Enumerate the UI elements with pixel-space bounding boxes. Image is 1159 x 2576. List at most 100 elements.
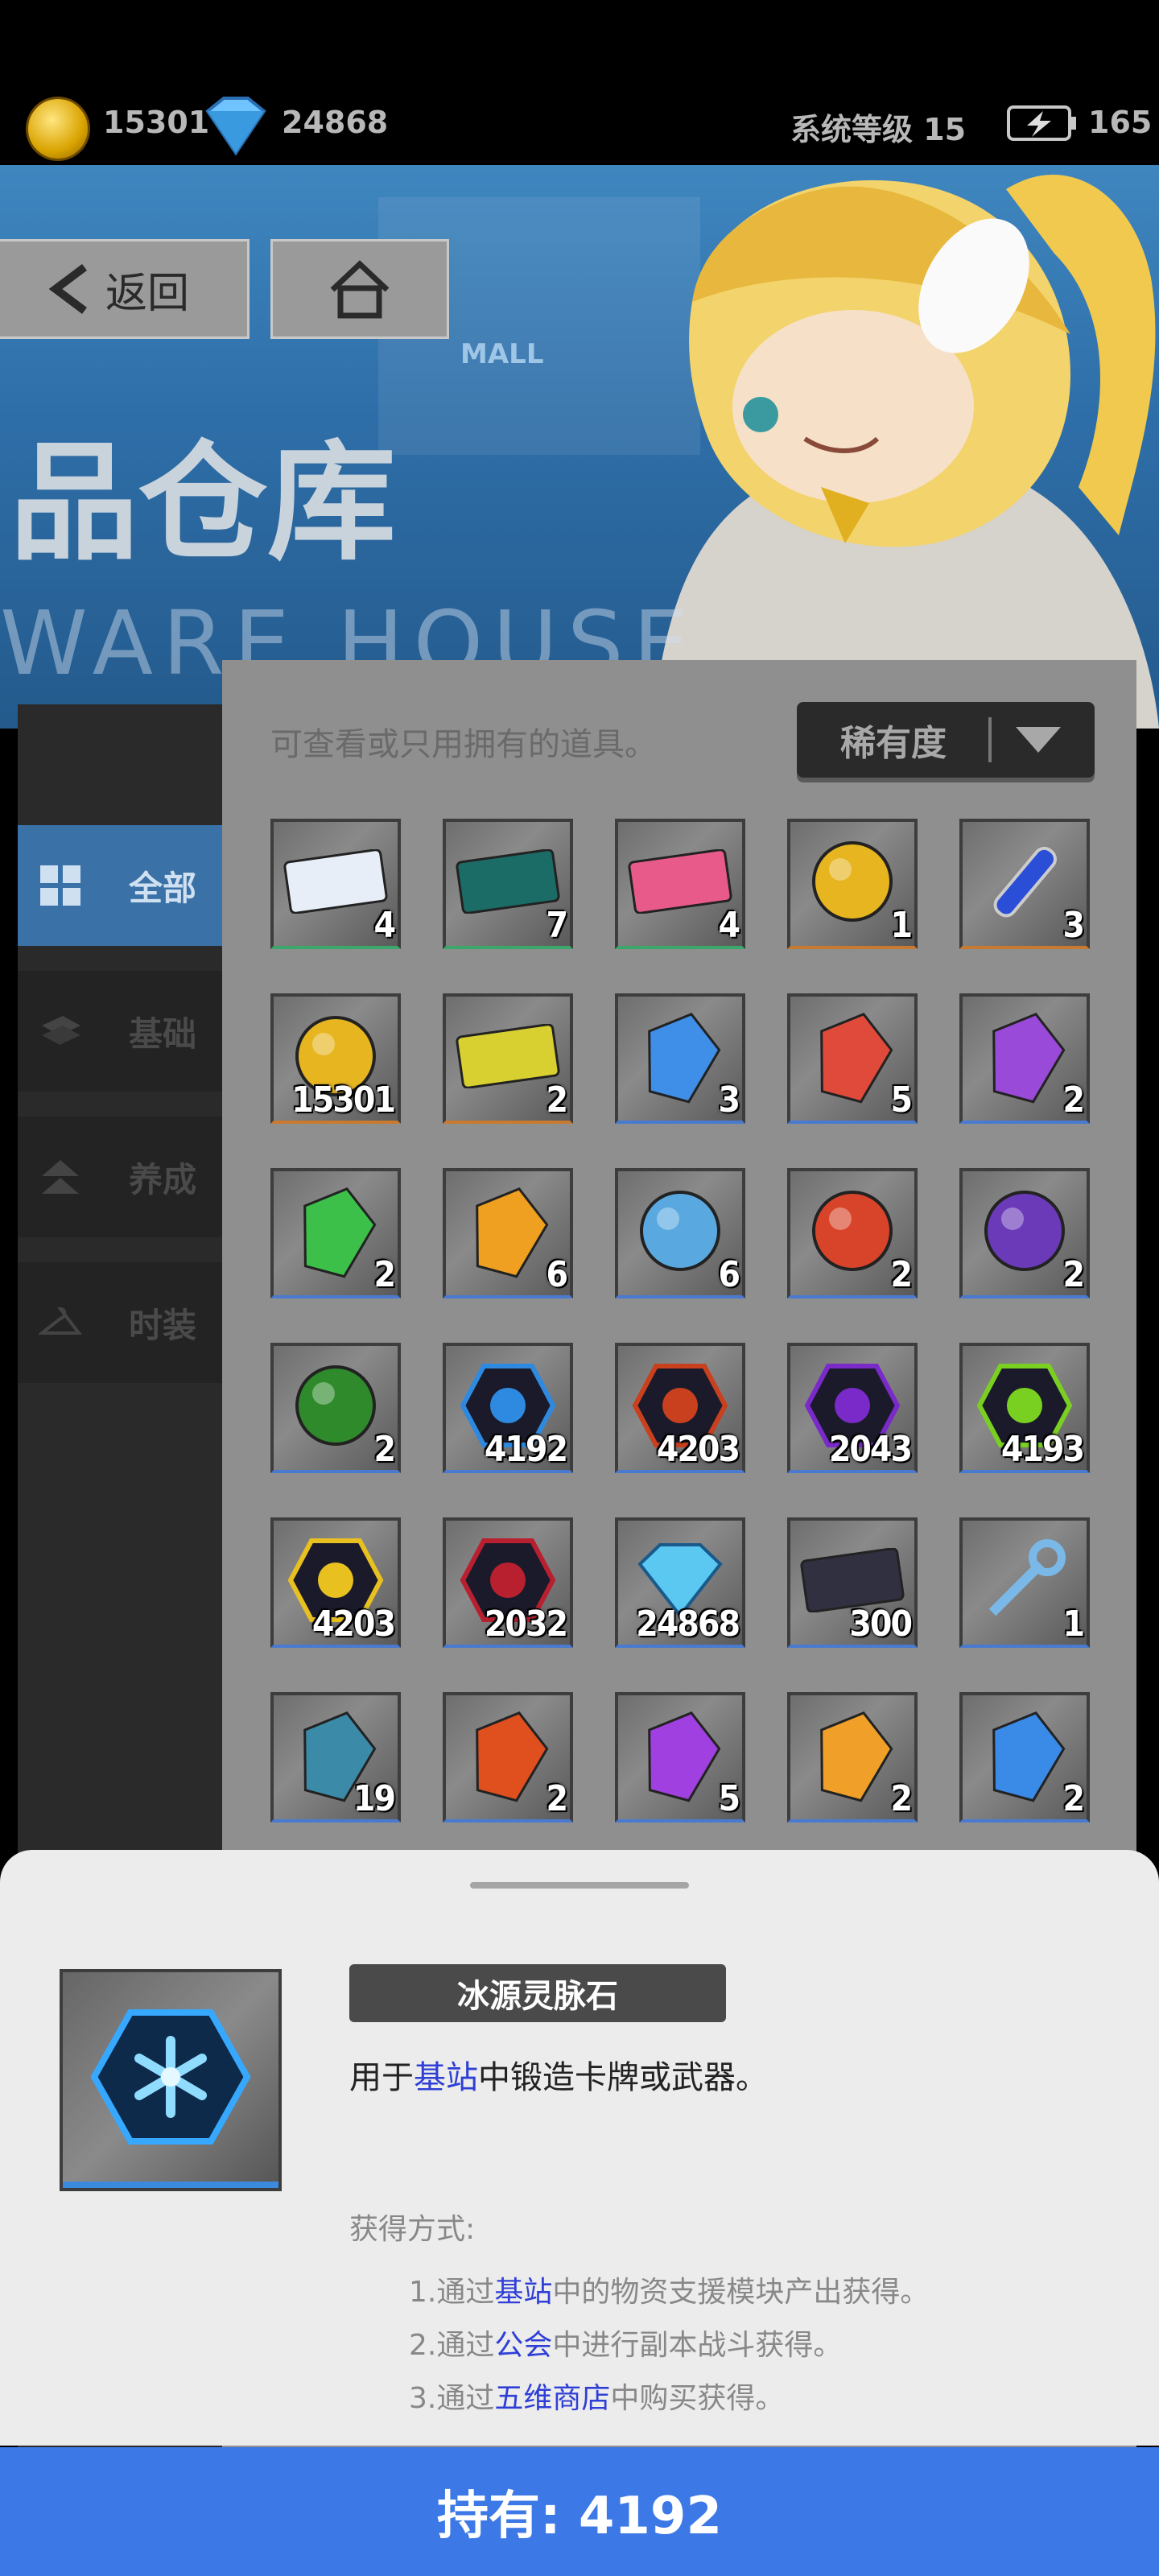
blue-crystal-icon [648,1012,721,1104]
method-link[interactable]: 公会 [494,2329,552,2362]
layers-icon [42,1016,80,1045]
item-count: 2 [546,1778,568,1819]
desc-text: 用于 [349,2059,414,2096]
item-slot-potion-vial[interactable]: 3 [959,819,1090,949]
sheet-handle[interactable] [470,1882,689,1889]
purple-crystal-icon [992,1012,1066,1104]
item-slot-gold-coin[interactable]: 1 [787,819,918,949]
method-text: 中进行副本战斗获得。 [552,2329,843,2362]
item-count: 4193 [1000,1429,1085,1470]
item-slot-green-orb[interactable]: 2 [270,1343,401,1473]
item-count: 2032 [484,1604,568,1645]
item-count: 2 [1062,1778,1085,1819]
chevron-left-icon [48,264,87,314]
item-count: 1 [1062,1604,1085,1645]
item-count: 2 [1062,1080,1085,1121]
gem-count: 24868 [282,105,389,140]
method-link[interactable]: 五维商店 [494,2382,610,2415]
item-count: 5 [718,1778,740,1819]
method-text: 中的物资支援模块产出获得。 [552,2276,930,2309]
item-slot-orange-crystal[interactable]: 6 [443,1168,573,1298]
item-description: 用于基站中锻造卡牌或武器。 [349,2051,768,2098]
mall-sign: MALL [460,338,544,370]
double-arrow-up-icon [42,1160,79,1194]
panel-hint: 可查看或只用拥有的道具。 [270,726,657,763]
item-slot-red-gem[interactable]: 2 [443,1692,573,1823]
item-count: 3 [1062,905,1085,946]
item-slot-mission-ticket[interactable]: 4 [270,819,401,949]
item-count: 24868 [636,1604,740,1645]
item-slot-red-orb[interactable]: 2 [787,1168,918,1298]
orange-gem-icon [820,1711,893,1802]
owned-count: 持有: 4192 [437,2487,722,2546]
item-slot-purple-crystal[interactable]: 2 [959,993,1090,1124]
item-count: 6 [546,1254,568,1295]
item-slot-diamond[interactable]: 24868 [615,1517,745,1648]
item-name: 冰源灵脉石 [457,1978,618,2015]
ice-vein-stone-icon [90,2009,251,2145]
status-bar: 15301 24868 系统等级 15 165 [0,0,1159,165]
rarity-bar [63,2182,278,2188]
item-count: 2 [373,1254,396,1295]
item-count: 5 [890,1080,913,1121]
item-slot-teal-gem[interactable]: 19 [270,1692,401,1823]
sidebar-item-fashion[interactable]: 时装 [18,1262,222,1383]
gold-coin-icon [812,840,893,922]
sidebar-item-upgrade[interactable]: 养成 [18,1117,222,1237]
hanger-icon [39,1307,82,1335]
sidebar-item-label: 时装 [129,1305,197,1345]
desc-link[interactable]: 基站 [414,2059,478,2096]
purple-orb-icon [984,1190,1065,1271]
energy-count: 165 [1088,105,1153,140]
item-slot-orange-gem[interactable]: 2 [787,1692,918,1823]
key-icon [988,1538,1066,1616]
pink-ticket-icon [628,848,732,914]
item-slot-gold-vein-stone[interactable]: 4203 [270,1517,401,1648]
item-slot-key[interactable]: 1 [959,1517,1090,1648]
item-slot-blue-gem[interactable]: 2 [959,1692,1090,1823]
sort-label: 稀有度 [840,723,947,764]
item-slot-purple-orb[interactable]: 2 [959,1168,1090,1298]
red-crystal-icon [820,1012,893,1104]
item-count: 4192 [484,1429,568,1470]
sidebar-item-basic[interactable]: 基础 [18,971,222,1092]
item-slot-green-vein-stone[interactable]: 4193 [959,1343,1090,1473]
green-orb-icon [295,1364,376,1446]
item-slot-red-crystal[interactable]: 5 [787,993,918,1124]
item-slot-dark-card[interactable]: 300 [787,1517,918,1648]
item-slot-ice-vein-stone[interactable]: 4192 [443,1343,573,1473]
coin-icon [26,97,90,161]
sort-dropdown[interactable]: 稀有度 [797,702,1095,778]
method-text: 3.通过 [409,2382,495,2415]
desc-text: 中锻造卡牌或武器。 [478,2059,768,2096]
dark-card-icon [800,1547,905,1612]
obtain-method: 3.通过五维商店中购买获得。 [409,2375,784,2417]
item-slot-fire-vein-stone[interactable]: 4203 [615,1343,745,1473]
diamond-icon [205,97,266,156]
item-name-badge: 冰源灵脉石 [349,1964,726,2022]
item-slot-pink-ticket[interactable]: 4 [615,819,745,949]
sidebar-item-label: 基础 [129,1013,197,1054]
item-slot-gold-coin[interactable]: 15301 [270,993,401,1124]
item-count: 4203 [656,1429,740,1470]
item-slot-purple-vein-stone[interactable]: 2043 [787,1343,918,1473]
item-slot-red-vein-stone[interactable]: 2032 [443,1517,573,1648]
item-slot-blue-crystal[interactable]: 3 [615,993,745,1124]
item-slot-b1-card[interactable]: 7 [443,819,573,949]
back-label: 返回 [105,269,189,318]
item-count: 3 [718,1080,740,1121]
home-button[interactable] [270,239,449,339]
red-gem-icon [476,1711,549,1802]
item-slot-yellow-ticket[interactable]: 2 [443,993,573,1124]
energy-icon [1007,105,1076,141]
item-count: 4203 [311,1604,396,1645]
detail-item-icon [60,1969,282,2191]
item-slot-blue-orb[interactable]: 6 [615,1168,745,1298]
back-button[interactable]: 返回 [0,239,250,339]
coin-count: 15301 [103,105,210,140]
sidebar-item-all[interactable]: 全部 [18,825,222,946]
item-slot-purple-gem[interactable]: 5 [615,1692,745,1823]
method-link[interactable]: 基站 [494,2276,552,2309]
yellow-ticket-icon [456,1023,560,1088]
item-slot-green-crystal[interactable]: 2 [270,1168,401,1298]
